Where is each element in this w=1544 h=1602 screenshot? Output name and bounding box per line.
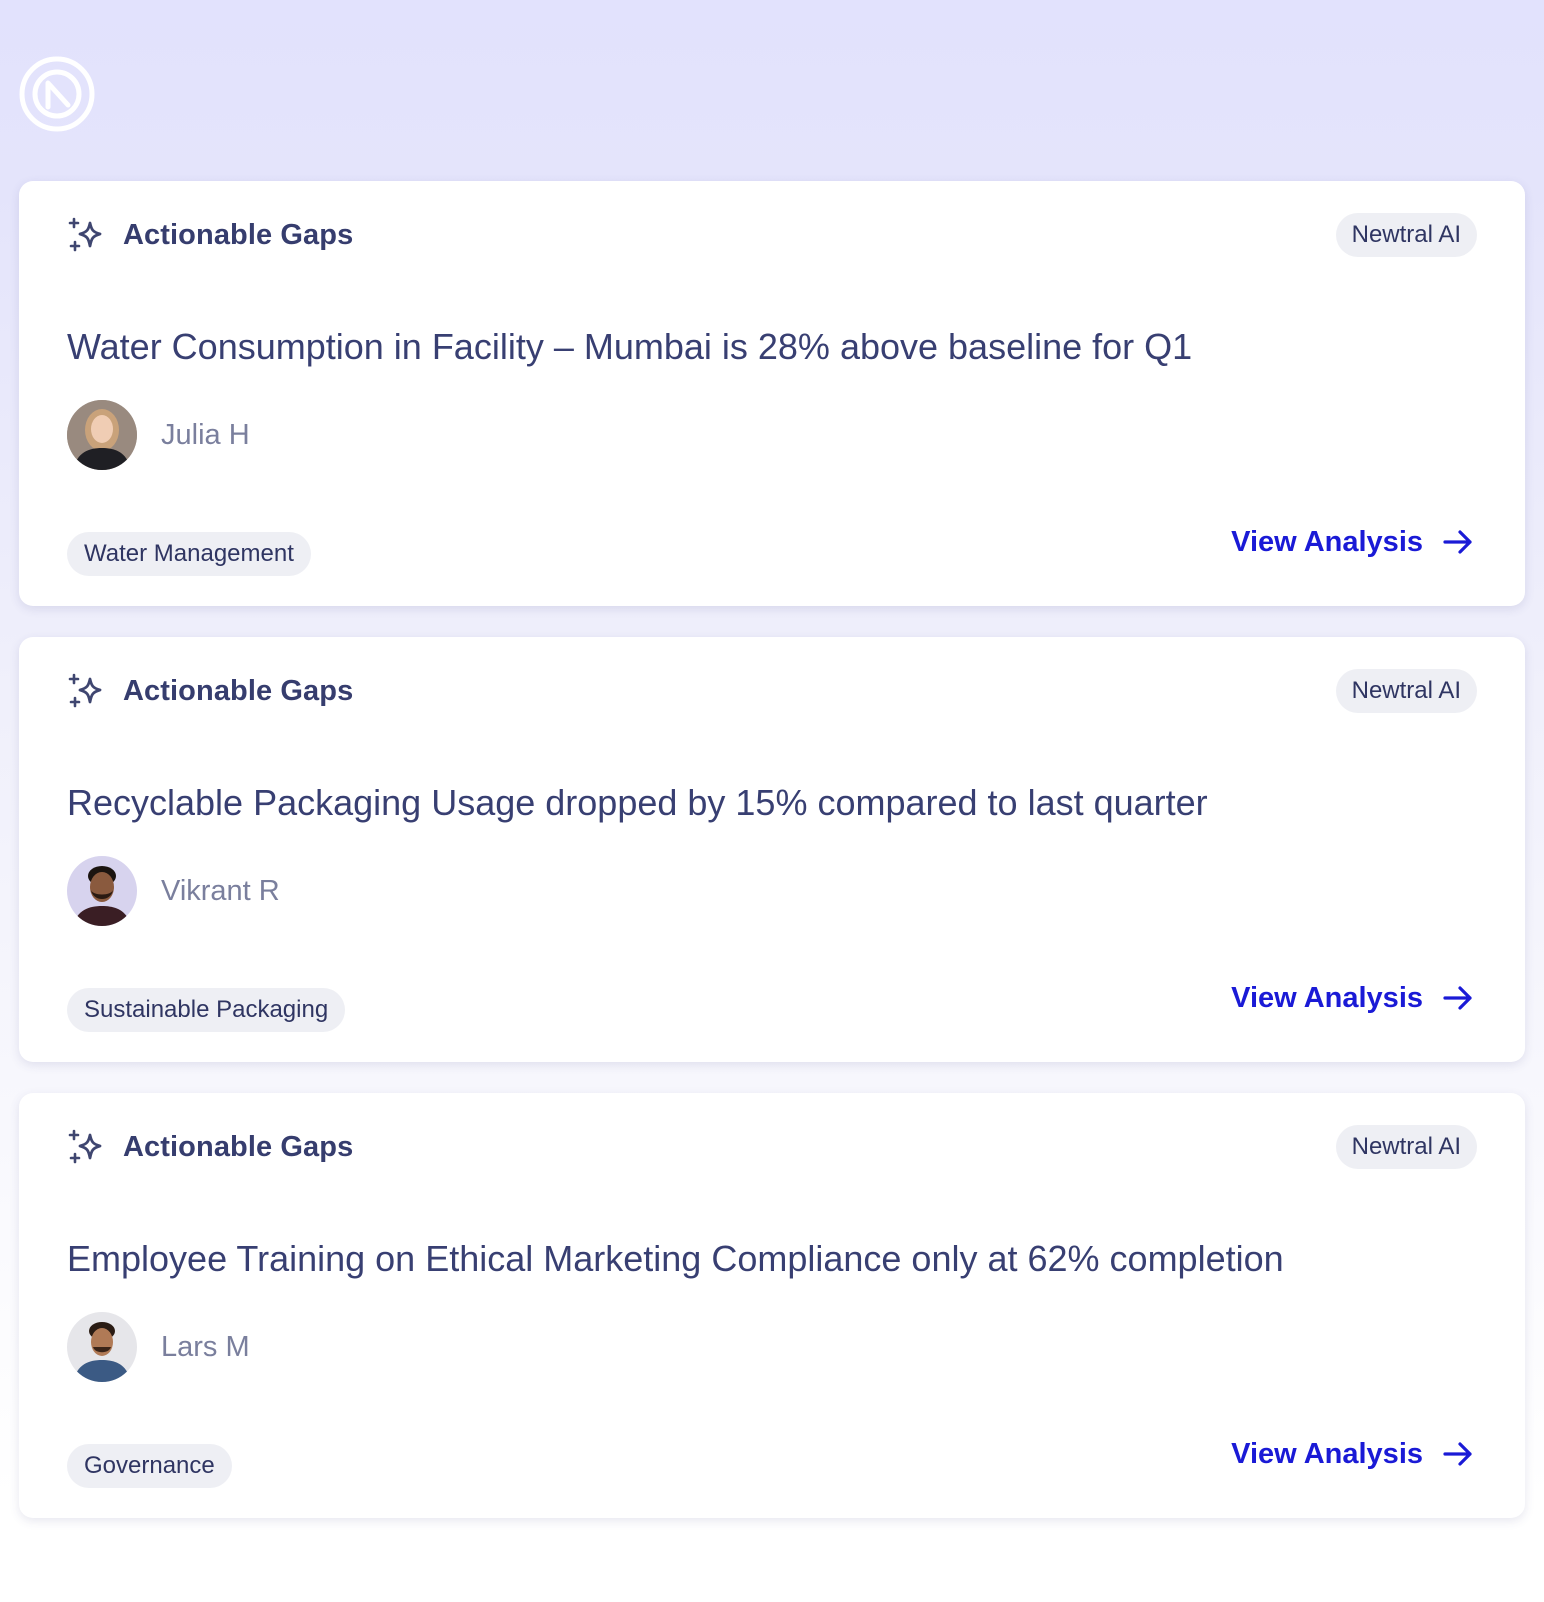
gap-title: Employee Training on Ethical Marketing C… [67,1238,1284,1279]
gap-card: Actionable Gaps Newtral AI Employee Trai… [19,1093,1525,1518]
avatar [67,856,137,926]
arrow-right-icon [1441,525,1475,559]
sparkle-icon [67,216,105,254]
view-analysis-label: View Analysis [1231,981,1423,1014]
card-header: Actionable Gaps Newtral AI [67,213,1477,257]
gap-card: Actionable Gaps Newtral AI Recyclable Pa… [19,637,1525,1062]
card-header: Actionable Gaps Newtral AI [67,669,1477,713]
section-label: Actionable Gaps [123,1130,354,1163]
owner: Julia H [67,400,250,470]
category-tag: Sustainable Packaging [67,988,346,1032]
avatar [67,400,137,470]
card-header: Actionable Gaps Newtral AI [67,1125,1477,1169]
owner: Vikrant R [67,856,280,926]
view-analysis-link[interactable]: View Analysis [1231,525,1475,559]
section-label: Actionable Gaps [123,674,354,707]
newtral-ai-badge: Newtral AI [1335,669,1477,713]
gap-card: Actionable Gaps Newtral AI Water Consump… [19,181,1525,606]
card-section: Actionable Gaps [67,1128,353,1166]
owner: Lars M [67,1312,250,1382]
owner-name: Julia H [161,418,250,451]
category-tag: Governance [67,1444,232,1488]
newtral-ai-badge: Newtral AI [1335,213,1477,257]
card-section: Actionable Gaps [67,672,353,710]
sparkle-icon [67,672,105,710]
view-analysis-link[interactable]: View Analysis [1231,1437,1475,1471]
arrow-right-icon [1441,1437,1475,1471]
section-label: Actionable Gaps [123,218,354,251]
owner-name: Vikrant R [161,874,280,907]
avatar [67,1312,137,1382]
newtral-ai-badge: Newtral AI [1335,1125,1477,1169]
view-analysis-label: View Analysis [1231,1437,1423,1470]
actionable-gaps-list: Actionable Gaps Newtral AI Water Consump… [19,181,1525,1549]
view-analysis-link[interactable]: View Analysis [1231,981,1475,1015]
owner-name: Lars M [161,1330,250,1363]
newtral-logo-icon [18,55,96,133]
view-analysis-label: View Analysis [1231,525,1423,558]
sparkle-icon [67,1128,105,1166]
gap-title: Water Consumption in Facility – Mumbai i… [67,326,1193,367]
card-section: Actionable Gaps [67,216,353,254]
category-tag: Water Management [67,532,311,576]
arrow-right-icon [1441,981,1475,1015]
gap-title: Recyclable Packaging Usage dropped by 15… [67,782,1208,823]
